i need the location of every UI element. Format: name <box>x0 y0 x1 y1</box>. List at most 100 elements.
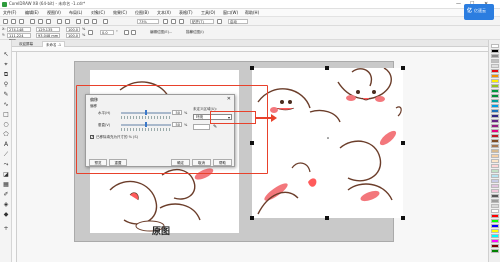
search-icon[interactable] <box>76 19 81 24</box>
palette-swatch[interactable] <box>491 139 499 143</box>
publish-pdf-icon[interactable] <box>103 19 108 24</box>
palette-swatch[interactable] <box>491 109 499 113</box>
zoom-tool-icon[interactable]: ⚲ <box>3 82 9 88</box>
rotation-angle-field[interactable]: 0.0 <box>100 30 114 35</box>
y-position-field[interactable]: 111.224 mm <box>7 33 31 42</box>
menu-tools[interactable]: 工具(O) <box>201 10 215 16</box>
palette-swatch[interactable] <box>491 44 499 48</box>
zoom-level-select[interactable]: 73% <box>137 19 159 24</box>
selection-handle-tr[interactable] <box>401 66 405 70</box>
open-icon[interactable] <box>11 19 16 24</box>
palette-swatch[interactable] <box>491 54 499 58</box>
menu-layout[interactable]: 布局(L) <box>69 10 82 16</box>
launch-button[interactable]: 启动 <box>228 19 248 24</box>
rectangle-tool-icon[interactable]: □ <box>3 112 9 118</box>
palette-swatch[interactable] <box>491 69 499 73</box>
scale-y-field[interactable]: 100.0 <box>66 33 80 38</box>
artistic-media-tool-icon[interactable]: ∿ <box>3 102 9 108</box>
menu-file[interactable]: 文件(F) <box>3 10 16 16</box>
palette-swatch[interactable] <box>491 244 499 248</box>
palette-swatch[interactable] <box>491 59 499 63</box>
palette-swatch[interactable] <box>491 154 499 158</box>
x-position-field[interactable]: 274.148 mm <box>7 27 31 36</box>
crop-tool-icon[interactable]: ⧉ <box>3 72 9 78</box>
palette-swatch[interactable] <box>491 134 499 138</box>
palette-swatch[interactable] <box>491 219 499 223</box>
edit-bitmap-button[interactable]: 编辑位图(E)... <box>150 30 172 35</box>
palette-swatch[interactable] <box>491 89 499 93</box>
minimize-button[interactable]: — <box>456 1 461 7</box>
undo-icon[interactable] <box>57 19 62 24</box>
palette-swatch[interactable] <box>491 184 499 188</box>
transparency-tool-icon[interactable]: ▦ <box>3 182 9 188</box>
mirror-vertical-icon[interactable] <box>131 30 136 35</box>
palette-swatch[interactable] <box>491 199 499 203</box>
menu-view[interactable]: 视图(V) <box>47 10 61 16</box>
palette-swatch[interactable] <box>491 209 499 213</box>
pick-tool-icon[interactable]: ↖ <box>3 52 9 58</box>
full-screen-icon[interactable] <box>163 19 168 24</box>
palette-swatch[interactable] <box>491 64 499 68</box>
selection-handle-bc[interactable] <box>325 216 329 220</box>
palette-swatch[interactable] <box>491 129 499 133</box>
palette-swatch[interactable] <box>491 164 499 168</box>
selection-handle-tc[interactable] <box>325 66 329 70</box>
import-icon[interactable] <box>84 19 89 24</box>
selection-handle-mr[interactable] <box>401 141 405 145</box>
palette-swatch[interactable] <box>491 204 499 208</box>
offset-bitmap[interactable] <box>252 68 403 218</box>
palette-swatch[interactable] <box>491 149 499 153</box>
palette-swatch[interactable] <box>491 104 499 108</box>
palette-swatch[interactable] <box>491 234 499 238</box>
palette-swatch[interactable] <box>491 74 499 78</box>
menu-window[interactable]: 窗口(W) <box>223 10 238 16</box>
menu-edit[interactable]: 编辑(E) <box>25 10 39 16</box>
palette-swatch[interactable] <box>491 124 499 128</box>
interactive-fill-tool-icon[interactable]: ◈ <box>3 202 9 208</box>
new-icon[interactable] <box>3 19 8 24</box>
palette-swatch[interactable] <box>491 84 499 88</box>
palette-swatch[interactable] <box>491 159 499 163</box>
menu-bitmaps[interactable]: 位图(B) <box>135 10 149 16</box>
palette-swatch[interactable] <box>491 239 499 243</box>
paste-icon[interactable] <box>46 19 51 24</box>
parallel-dimension-tool-icon[interactable]: ⟋ <box>3 152 9 158</box>
trace-bitmap-button[interactable]: 描摹位图(I) <box>186 30 204 35</box>
text-tool-icon[interactable]: A <box>3 142 9 148</box>
menu-effects[interactable]: 效果(C) <box>113 10 127 16</box>
palette-swatch[interactable] <box>491 194 499 198</box>
palette-swatch[interactable] <box>491 49 499 53</box>
shape-tool-icon[interactable]: ⌖ <box>3 62 9 68</box>
snap-to-select[interactable]: 贴齐(T) <box>190 19 214 24</box>
palette-swatch[interactable] <box>491 114 499 118</box>
eyedropper-tool-icon[interactable]: ✐ <box>3 192 9 198</box>
rulers-icon[interactable] <box>171 19 176 24</box>
palette-swatch[interactable] <box>491 179 499 183</box>
mirror-horizontal-icon[interactable] <box>124 30 129 35</box>
redo-icon[interactable] <box>65 19 70 24</box>
menu-text[interactable]: 文本(X) <box>157 10 171 16</box>
palette-swatch[interactable] <box>491 214 499 218</box>
palette-swatch[interactable] <box>491 224 499 228</box>
lock-ratio-icon[interactable] <box>88 30 93 35</box>
palette-swatch[interactable] <box>491 174 499 178</box>
selection-handle-br[interactable] <box>401 216 405 220</box>
cut-icon[interactable] <box>30 19 35 24</box>
menu-table[interactable]: 表格(T) <box>179 10 193 16</box>
palette-swatch[interactable] <box>491 229 499 233</box>
selection-handle-tl[interactable] <box>250 66 254 70</box>
height-field[interactable]: 93.048 mm <box>36 33 60 38</box>
palette-swatch[interactable] <box>491 169 499 173</box>
menu-object[interactable]: 对象(C) <box>91 10 105 16</box>
copy-icon[interactable] <box>38 19 43 24</box>
grid-icon[interactable] <box>179 19 184 24</box>
width-field[interactable]: 129.135 mm <box>36 27 60 36</box>
export-icon[interactable] <box>92 19 97 24</box>
palette-swatch[interactable] <box>491 189 499 193</box>
polygon-tool-icon[interactable]: ⬠ <box>3 132 9 138</box>
shadow-tool-icon[interactable]: ◪ <box>3 172 9 178</box>
scale-x-field[interactable]: 100.0 <box>66 27 80 32</box>
palette-swatch[interactable] <box>491 249 499 253</box>
connector-tool-icon[interactable]: ⤳ <box>3 162 9 168</box>
freehand-tool-icon[interactable]: ✎ <box>3 92 9 98</box>
